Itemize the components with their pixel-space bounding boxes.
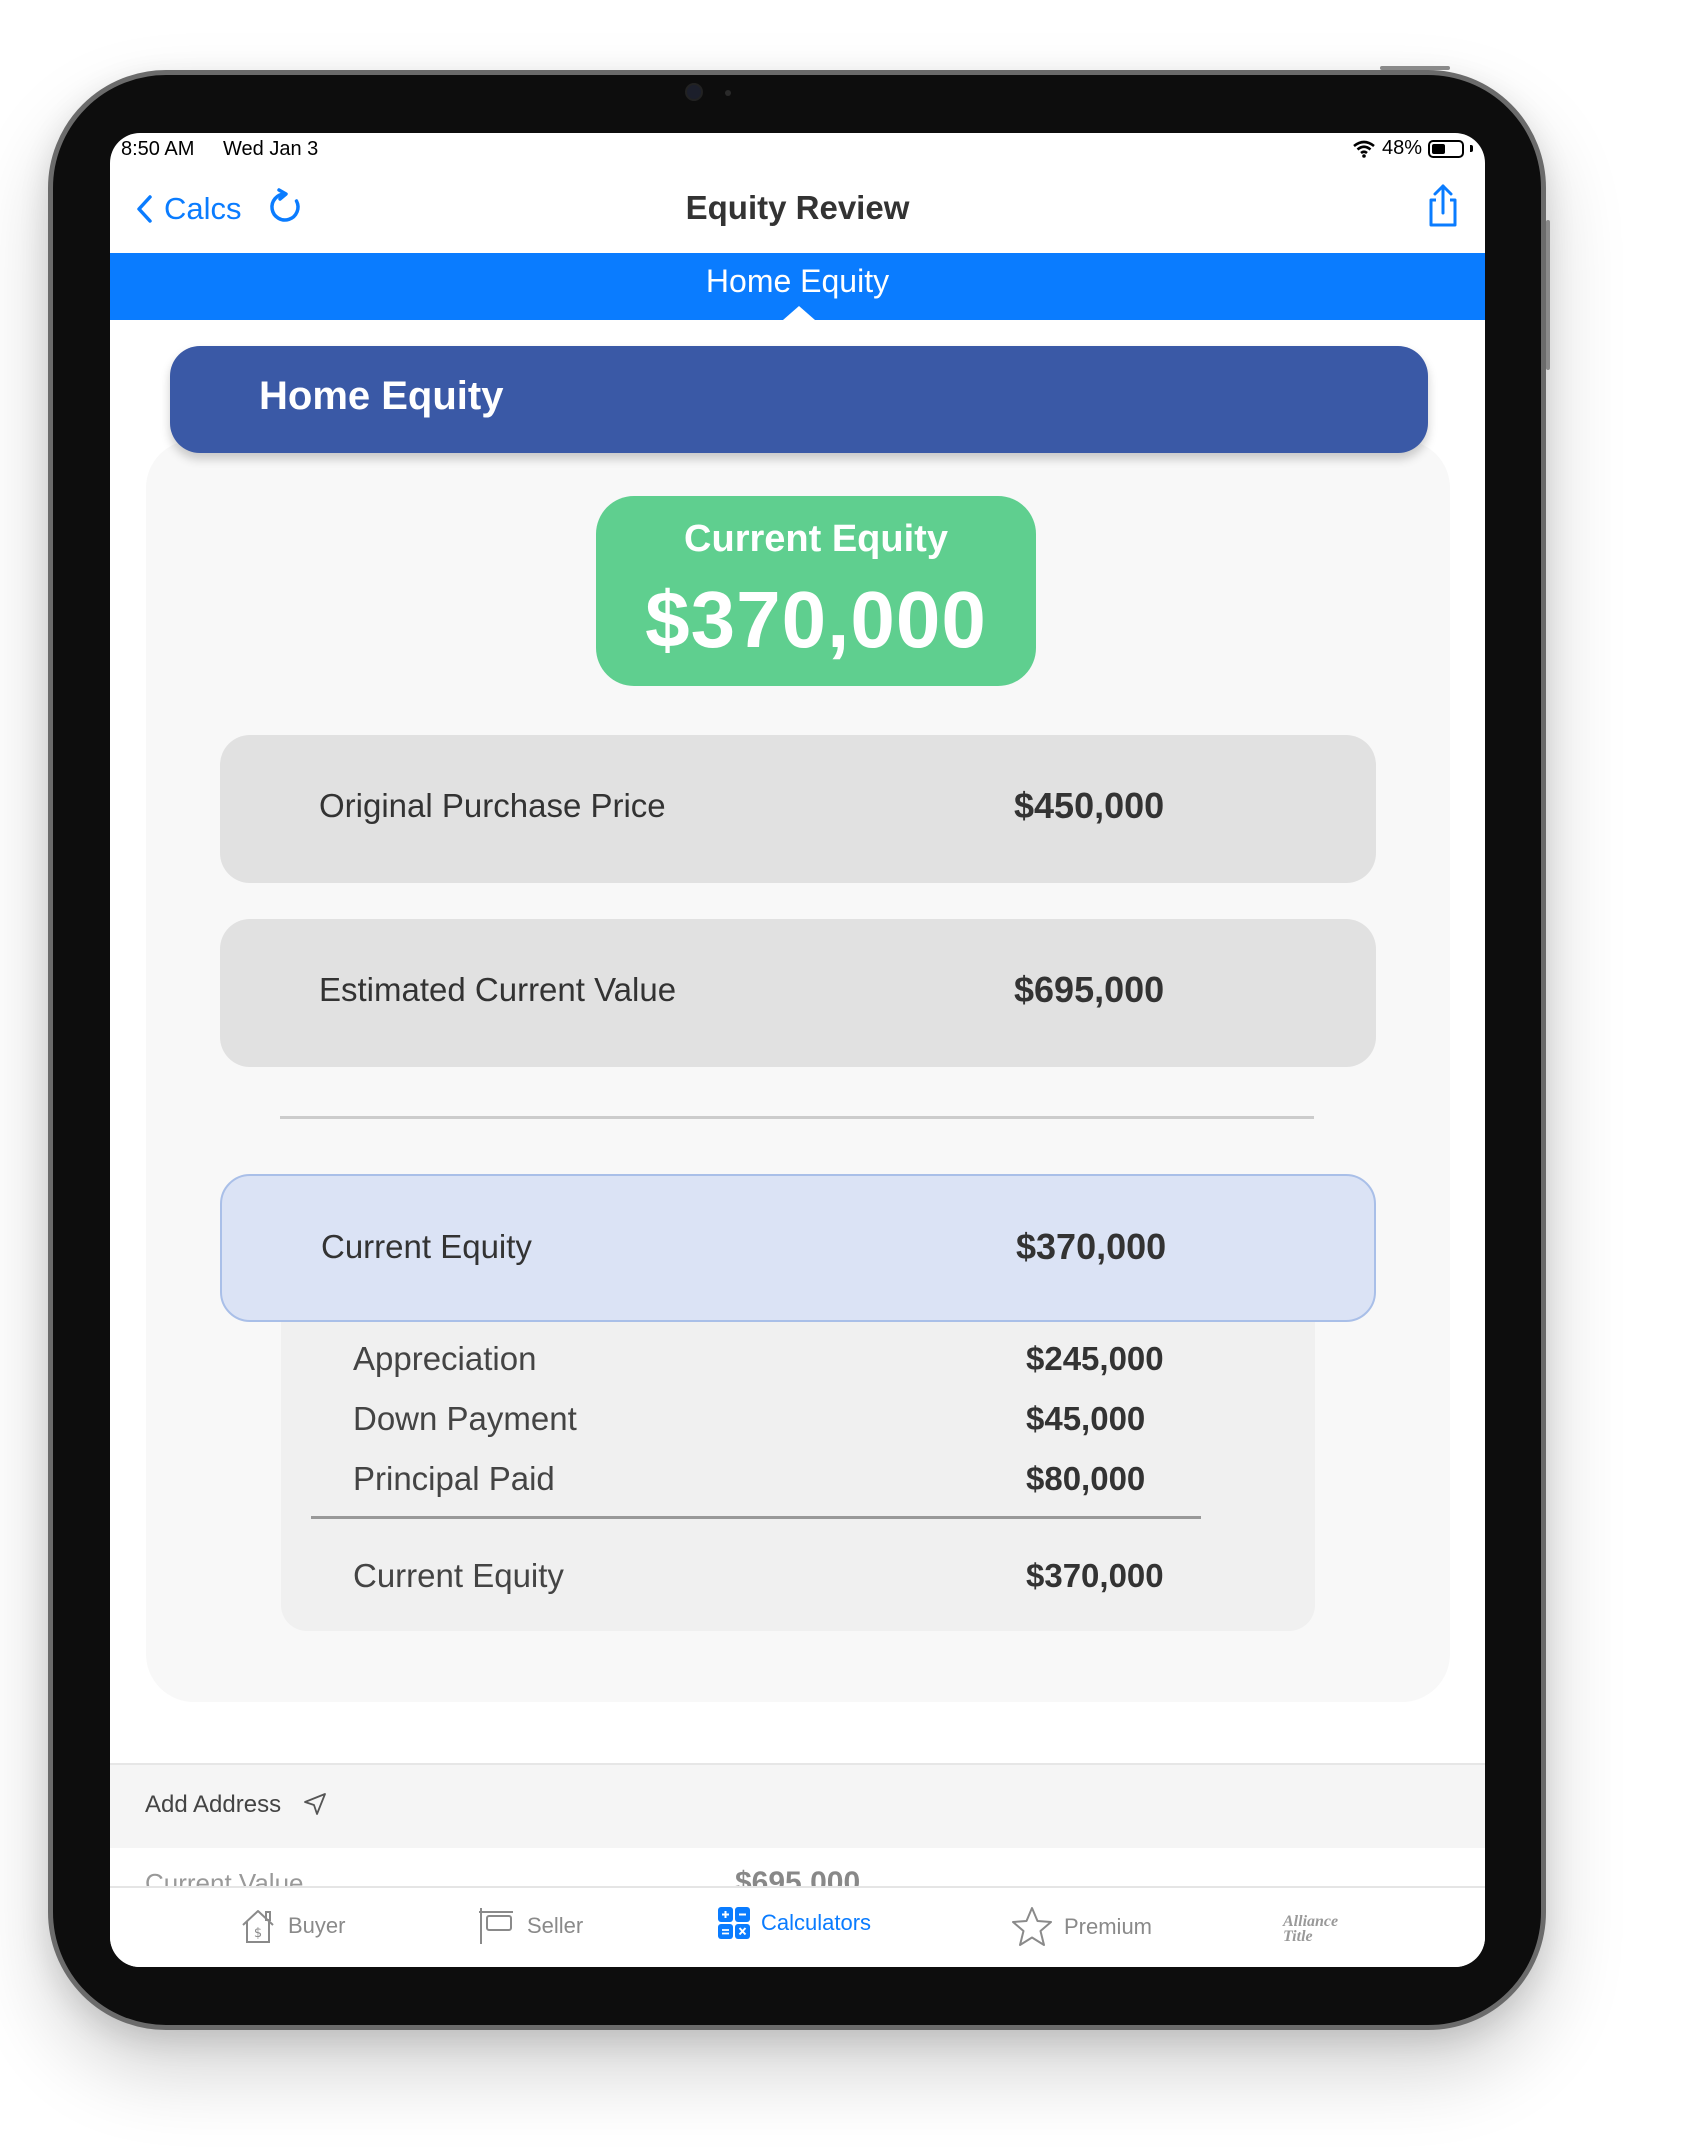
row-label: Original Purchase Price: [319, 787, 666, 824]
tab-bar: $ Buyer Seller Calculators Premium Allia…: [110, 1886, 1485, 1967]
breakdown-label: Down Payment: [353, 1400, 577, 1437]
volume-button: [1546, 220, 1550, 370]
breakdown-total-row: Current Equity $370,000: [281, 1557, 1315, 1607]
breakdown-row: Down Payment $45,000: [281, 1400, 1315, 1450]
star-icon: [1012, 1907, 1052, 1946]
status-time: 8:50 AM: [121, 138, 195, 160]
tab-home-equity[interactable]: Home Equity: [110, 263, 1485, 300]
badge-label: Current Equity: [684, 518, 948, 560]
page-title: Equity Review: [685, 189, 910, 226]
purchase-price-row[interactable]: Original Purchase Price $450,000: [220, 735, 1376, 883]
peek-value: $695,000: [735, 1866, 861, 1888]
status-bar: 8:50 AM Wed Jan 3 48%: [110, 133, 1485, 173]
row-label: Estimated Current Value: [319, 971, 677, 1008]
wifi-icon: [1353, 140, 1375, 158]
tab-calculators[interactable]: Calculators: [717, 1906, 871, 1940]
navigation-bar: Calcs Equity Review: [110, 173, 1485, 253]
tab-seller[interactable]: Seller: [477, 1906, 583, 1946]
current-value-peek-row: Current Value $695,000: [110, 1848, 1485, 1888]
breakdown-divider: [311, 1516, 1201, 1519]
current-equity-row[interactable]: Current Equity $370,000: [220, 1174, 1376, 1322]
brand-line-2: Title: [1283, 1928, 1313, 1945]
breakdown-label: Appreciation: [353, 1340, 537, 1377]
breakdown-value: $370,000: [1026, 1557, 1164, 1594]
battery-tip: [1470, 145, 1473, 152]
row-value: $695,000: [1014, 969, 1165, 1010]
row-value: $450,000: [1014, 785, 1165, 826]
breakdown-value: $45,000: [1026, 1400, 1146, 1437]
divider: [280, 1116, 1314, 1119]
front-camera: [685, 83, 703, 101]
add-address-row[interactable]: Add Address: [110, 1765, 1485, 1848]
share-icon[interactable]: [1423, 183, 1463, 229]
house-dollar-icon: $: [242, 1910, 274, 1943]
top-button: [1380, 66, 1450, 70]
screen: 8:50 AM Wed Jan 3 48% Calcs Equity Revie…: [110, 133, 1485, 1967]
row-label: Current Equity: [321, 1228, 532, 1265]
alliance-title-logo[interactable]: Alliance Title: [1283, 1913, 1339, 1945]
tab-premium[interactable]: Premium: [1010, 1906, 1152, 1948]
battery-icon: [1428, 139, 1464, 158]
battery-level: [1432, 143, 1445, 154]
breakdown-value: $80,000: [1026, 1460, 1146, 1497]
breakdown-row: Principal Paid $80,000: [281, 1460, 1315, 1510]
tab-label: Buyer: [288, 1913, 346, 1938]
tab-indicator: [783, 306, 815, 320]
svg-text:$: $: [254, 1926, 262, 1941]
current-equity-badge: Current Equity $370,000: [596, 496, 1036, 686]
row-value: $370,000: [1016, 1226, 1167, 1267]
battery-percent: 48%: [1381, 137, 1422, 159]
section-tab-strip: Home Equity: [110, 253, 1485, 320]
status-date: Wed Jan 3: [223, 138, 319, 160]
brand-line-1: Alliance: [1283, 1913, 1339, 1930]
tab-label: Seller: [527, 1913, 584, 1938]
card-header: Home Equity: [170, 346, 1428, 453]
peek-label: Current Value: [145, 1868, 304, 1888]
badge-value: $370,000: [645, 575, 987, 664]
sensor-dot: [725, 90, 731, 96]
breakdown-label: Current Equity: [353, 1557, 564, 1594]
location-arrow-icon: [304, 1793, 326, 1815]
calculator-icon: [718, 1907, 750, 1939]
add-address-label: Add Address: [145, 1791, 282, 1818]
current-value-row[interactable]: Estimated Current Value $695,000: [220, 919, 1376, 1067]
tab-label: Calculators: [761, 1910, 872, 1935]
card-header-title: Home Equity: [259, 374, 504, 418]
breakdown-label: Principal Paid: [353, 1460, 555, 1497]
tab-buyer[interactable]: $ Buyer: [238, 1906, 345, 1946]
equity-breakdown: Appreciation $245,000 Down Payment $45,0…: [281, 1316, 1315, 1631]
tab-label: Premium: [1064, 1914, 1153, 1939]
breakdown-row: Appreciation $245,000: [281, 1340, 1315, 1390]
breakdown-value: $245,000: [1026, 1340, 1164, 1377]
sign-icon: [479, 1908, 513, 1944]
status-right: 48%: [1352, 137, 1473, 160]
